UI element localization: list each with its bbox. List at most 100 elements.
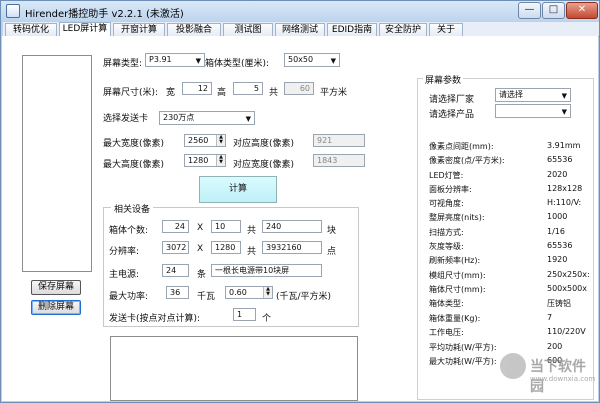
maximize-button[interactable]: □ bbox=[542, 2, 565, 19]
screen-list[interactable] bbox=[22, 55, 92, 272]
tab-window-calc[interactable]: 开窗计算 bbox=[113, 23, 165, 37]
cabinet-type-label: 箱体类型(厘米): bbox=[205, 59, 270, 69]
param-label: 扫描方式: bbox=[429, 228, 464, 237]
resolution-a[interactable]: 3072 bbox=[162, 241, 189, 254]
param-value: 65536 bbox=[547, 241, 573, 250]
resolution-label: 分辨率: bbox=[109, 247, 140, 257]
param-value: H:110/V: bbox=[547, 198, 582, 207]
watermark-url: www.downxia.com bbox=[530, 375, 596, 383]
param-value: 200 bbox=[547, 342, 563, 351]
chevron-down-icon: ▼ bbox=[245, 115, 251, 123]
watermark: 当下软件园 www.downxia.com bbox=[500, 353, 595, 395]
app-icon bbox=[6, 4, 20, 18]
param-label: 可视角度: bbox=[429, 199, 464, 208]
vendor-select[interactable]: 请选择 ▼ bbox=[495, 88, 571, 102]
max-height-value: 1280 bbox=[188, 156, 209, 165]
resolution-unit: 点 bbox=[327, 247, 337, 257]
cabinet-type-value: 50x50 bbox=[288, 55, 314, 64]
corr-width-label: 对应宽度(像素) bbox=[233, 160, 295, 170]
tab-edid[interactable]: EDID指南 bbox=[327, 23, 377, 37]
power-coef-stepper[interactable]: 0.60 ▲ ▼ bbox=[225, 286, 273, 299]
param-label: LED灯管: bbox=[429, 171, 464, 180]
total-label: 共 bbox=[247, 247, 257, 257]
param-value: 压铸铝 bbox=[547, 299, 571, 308]
param-value: 1920 bbox=[547, 255, 568, 264]
max-width-stepper[interactable]: 2560 ▲ ▼ bbox=[184, 134, 226, 147]
width-input[interactable]: 12 bbox=[182, 82, 212, 95]
tab-transcode[interactable]: 转码优化 bbox=[5, 23, 57, 37]
group-title: 相关设备 bbox=[111, 202, 154, 215]
spin-arrows-icon[interactable]: ▲ ▼ bbox=[263, 287, 272, 298]
cabinet-count-b[interactable]: 10 bbox=[211, 220, 241, 233]
screen-type-select[interactable]: P3.91 ▼ bbox=[145, 53, 205, 67]
minimize-button[interactable]: — bbox=[518, 2, 541, 19]
calculate-button[interactable]: 计算 bbox=[199, 176, 277, 203]
corr-height-label: 对应高度(像素) bbox=[233, 139, 295, 149]
kilowatt-label: 千瓦 bbox=[197, 292, 216, 302]
cabinet-type-select[interactable]: 50x50 ▼ bbox=[284, 53, 340, 67]
sender-card-value: 230万点 bbox=[163, 113, 195, 122]
corr-width-output: 1843 bbox=[313, 154, 365, 167]
max-power-value: 36 bbox=[166, 286, 189, 299]
sender-card-label: 选择发送卡 bbox=[103, 114, 149, 124]
param-value: 1/16 bbox=[547, 227, 565, 236]
card-count-label: 发送卡(按点对点计算): bbox=[109, 314, 201, 324]
param-value: 2020 bbox=[547, 170, 568, 179]
param-label: 模组尺寸(mm): bbox=[429, 271, 486, 280]
tab-test-pattern[interactable]: 测试图 bbox=[223, 23, 273, 37]
param-label: 平均功耗(W/平方): bbox=[429, 343, 497, 352]
height-label: 高 bbox=[217, 88, 227, 98]
close-button[interactable]: ✕ bbox=[566, 2, 598, 19]
tab-about[interactable]: 关于 bbox=[429, 23, 463, 37]
total-label: 共 bbox=[247, 226, 257, 236]
product-select[interactable]: ▼ bbox=[495, 104, 571, 118]
param-label: 箱体尺寸(mm): bbox=[429, 285, 486, 294]
chevron-down-icon: ▼ bbox=[330, 57, 336, 65]
tab-projection[interactable]: 投影融合 bbox=[167, 23, 221, 37]
delete-screen-button[interactable]: 删除屏幕 bbox=[31, 300, 81, 315]
screen-size-label: 屏幕尺寸(米): bbox=[103, 88, 159, 98]
corr-height-output: 921 bbox=[313, 134, 365, 147]
chevron-down-icon: ▼ bbox=[561, 92, 567, 100]
spin-arrows-icon[interactable]: ▲ ▼ bbox=[216, 135, 225, 146]
power-note: 一根长电源带10块屏 bbox=[211, 264, 322, 277]
max-height-stepper[interactable]: 1280 ▲ ▼ bbox=[184, 154, 226, 167]
height-input[interactable]: 5 bbox=[233, 82, 263, 95]
power-count[interactable]: 24 bbox=[162, 264, 189, 277]
param-label: 像素点间距(mm): bbox=[429, 142, 494, 151]
power-label: 主电源: bbox=[109, 270, 140, 280]
title-bar: Hirender播控助手 v2.2.1 (未激活) — □ ✕ bbox=[1, 1, 599, 21]
param-label: 最大功耗(W/平方): bbox=[429, 357, 497, 366]
param-value: 65536 bbox=[547, 155, 573, 164]
power-coef-value: 0.60 bbox=[229, 288, 247, 297]
screen-type-label: 屏幕类型: bbox=[103, 59, 143, 69]
card-count-unit: 个 bbox=[262, 314, 272, 324]
width-label: 宽 bbox=[166, 88, 176, 98]
watermark-logo-icon bbox=[500, 353, 526, 379]
param-label: 像素密度(点/平方米): bbox=[429, 156, 505, 165]
max-height-label: 最大高度(像素) bbox=[103, 160, 165, 170]
param-label: 箱体重量(Kg): bbox=[429, 314, 481, 323]
power-unit: 条 bbox=[197, 270, 207, 280]
param-value: 500x500x bbox=[547, 284, 588, 293]
resolution-total: 3932160 bbox=[262, 241, 322, 254]
cabinet-count-a[interactable]: 24 bbox=[162, 220, 189, 233]
param-label: 箱体类型: bbox=[429, 299, 464, 308]
notes-box[interactable] bbox=[110, 336, 358, 401]
param-value: 1000 bbox=[547, 212, 568, 221]
chevron-down-icon: ▼ bbox=[195, 57, 201, 65]
param-value: 110/220V bbox=[547, 327, 586, 336]
tab-security[interactable]: 安全防护 bbox=[379, 23, 427, 37]
param-label: 工作电压: bbox=[429, 328, 464, 337]
card-count-value: 1 bbox=[233, 308, 256, 321]
resolution-b[interactable]: 1280 bbox=[211, 241, 241, 254]
sender-card-select[interactable]: 230万点 ▼ bbox=[159, 111, 255, 125]
window-title: Hirender播控助手 v2.2.1 (未激活) bbox=[25, 9, 184, 20]
save-screen-button[interactable]: 保存屏幕 bbox=[31, 280, 81, 295]
spin-arrows-icon[interactable]: ▲ ▼ bbox=[216, 155, 225, 166]
tab-network[interactable]: 网络测试 bbox=[275, 23, 325, 37]
param-label: 面板分辨率: bbox=[429, 185, 472, 194]
chevron-down-icon: ▼ bbox=[561, 108, 567, 116]
area-output: 60 bbox=[284, 82, 314, 95]
kw-per-sqm-unit: (千瓦/平方米) bbox=[276, 292, 332, 302]
